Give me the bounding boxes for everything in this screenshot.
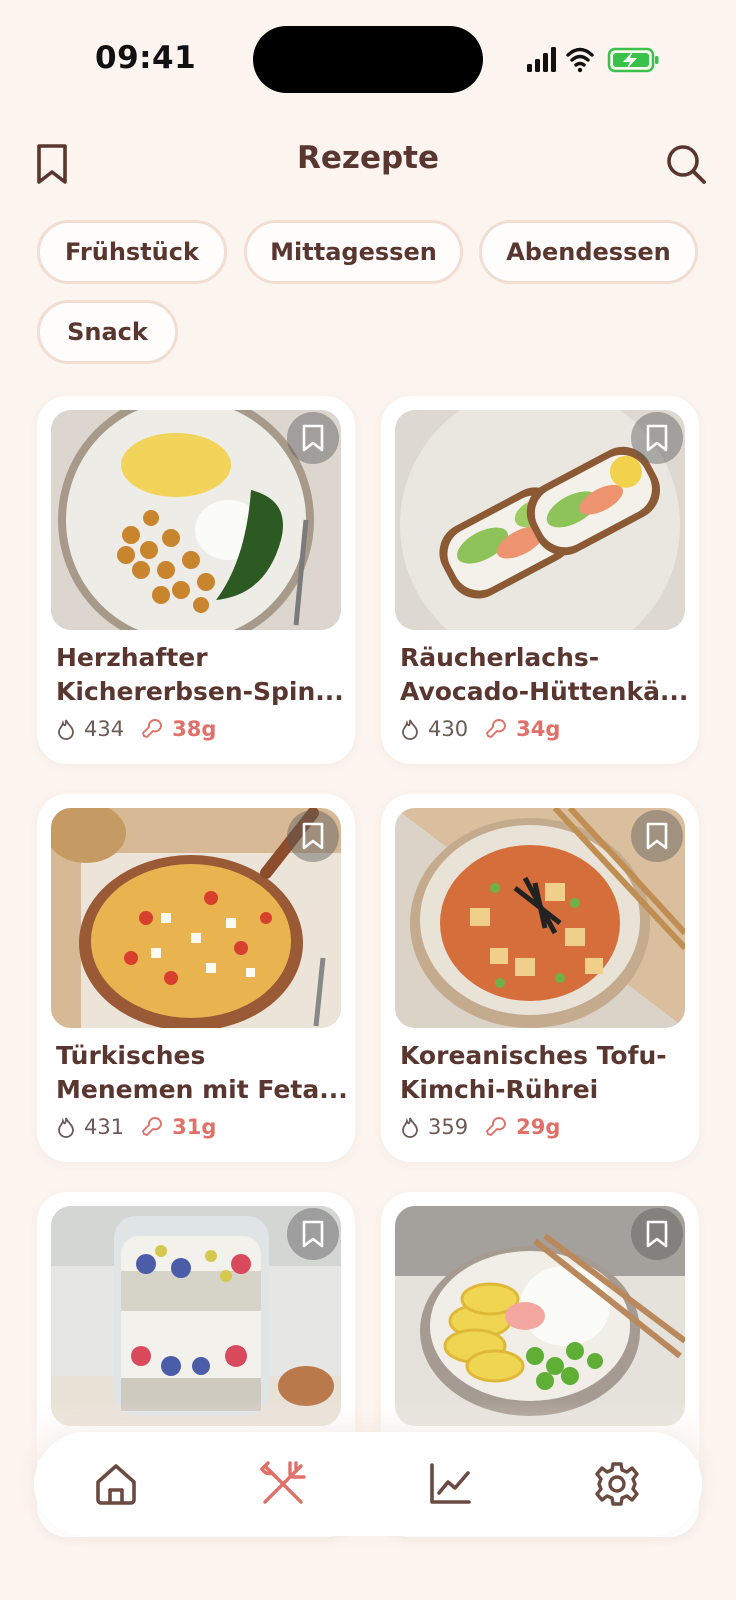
status-time: 09:41 (95, 40, 197, 76)
save-recipe-button[interactable] (631, 810, 683, 862)
recipe-title-line: Menemen mit Feta... (56, 1075, 346, 1104)
nav-progress[interactable] (420, 1454, 480, 1514)
protein-value: 29g (516, 1115, 561, 1139)
calories-value: 430 (428, 717, 469, 741)
drumstick-icon (142, 719, 163, 738)
save-recipe-button[interactable] (287, 1208, 339, 1260)
flame-icon (402, 1117, 418, 1138)
recipe-title-line: Räucherlachs- (400, 643, 600, 672)
bookmark-icon (302, 424, 324, 452)
recipe-title: Türkisches Menemen mit Feta... (56, 1039, 346, 1107)
bookmark-icon (302, 1220, 324, 1248)
bookmark-icon (646, 1220, 668, 1248)
recipe-title-line: Kichererbsen-Spin... (56, 677, 344, 706)
page-title: Rezepte (297, 140, 439, 176)
recipe-title-line: Koreanisches Tofu- (400, 1041, 667, 1070)
recipe-meta: 359 29g (400, 1112, 560, 1142)
recipe-title: Koreanisches Tofu- Kimchi-Rührei (400, 1039, 690, 1107)
save-recipe-button[interactable] (631, 1208, 683, 1260)
filter-chip-abendessen[interactable]: Abendessen (479, 220, 698, 284)
protein-value: 34g (516, 717, 561, 741)
drumstick-icon (142, 1117, 163, 1136)
recipe-title-line: Türkisches (56, 1041, 206, 1070)
nav-home[interactable] (86, 1454, 146, 1514)
flame-icon (58, 1117, 74, 1138)
save-recipe-button[interactable] (287, 810, 339, 862)
recipe-title-line: Herzhafter (56, 643, 208, 672)
recipe-title-line: Avocado-Hüttenkä... (400, 677, 689, 706)
nav-recipes[interactable] (253, 1454, 313, 1514)
wifi-icon (566, 47, 594, 73)
status-icons (527, 47, 659, 73)
save-recipe-button[interactable] (631, 412, 683, 464)
recipe-title: Herzhafter Kichererbsen-Spin... (56, 641, 346, 709)
bookmark-icon (302, 822, 324, 850)
dynamic-island (253, 26, 483, 93)
recipe-meta: 430 34g (400, 714, 560, 744)
drumstick-icon (486, 1117, 507, 1136)
search-button[interactable] (660, 138, 712, 190)
flame-icon (402, 719, 418, 740)
filter-chip-fruehstueck[interactable]: Frühstück (37, 220, 227, 284)
calories-value: 431 (84, 1115, 125, 1139)
home-icon (96, 1464, 136, 1505)
recipe-card[interactable]: Türkisches Menemen mit Feta... 431 31g (37, 794, 355, 1162)
recipe-card[interactable]: Räucherlachs- Avocado-Hüttenkä... 430 34… (381, 396, 699, 764)
filter-chip-mittagessen[interactable]: Mittagessen (244, 220, 463, 284)
chart-icon (430, 1463, 471, 1504)
filter-chip-snack[interactable]: Snack (37, 300, 178, 364)
save-recipe-button[interactable] (287, 412, 339, 464)
protein-value: 31g (172, 1115, 217, 1139)
nav-settings[interactable] (587, 1454, 647, 1514)
flame-icon (58, 719, 74, 740)
recipe-title-line: Kimchi-Rührei (400, 1075, 599, 1104)
status-bar: 09:41 (0, 0, 736, 120)
calories-value: 359 (428, 1115, 469, 1139)
recipe-card[interactable]: Koreanisches Tofu- Kimchi-Rührei 359 29g (381, 794, 699, 1162)
protein-value: 38g (172, 717, 217, 741)
recipe-card[interactable]: Herzhafter Kichererbsen-Spin... 434 38g (37, 396, 355, 764)
gear-icon (595, 1462, 639, 1506)
bookmark-icon (646, 822, 668, 850)
bottom-navigation (34, 1432, 702, 1536)
battery-icon (607, 47, 659, 73)
recipe-meta: 434 38g (56, 714, 216, 744)
header: Rezepte (0, 130, 736, 210)
recipe-meta: 431 31g (56, 1112, 216, 1142)
bookmark-icon (646, 424, 668, 452)
recipe-title: Räucherlachs- Avocado-Hüttenkä... (400, 641, 690, 709)
calories-value: 434 (84, 717, 125, 741)
recipes-icon (259, 1461, 306, 1504)
signal-icon (527, 47, 556, 72)
search-icon (667, 145, 706, 184)
drumstick-icon (486, 719, 507, 738)
